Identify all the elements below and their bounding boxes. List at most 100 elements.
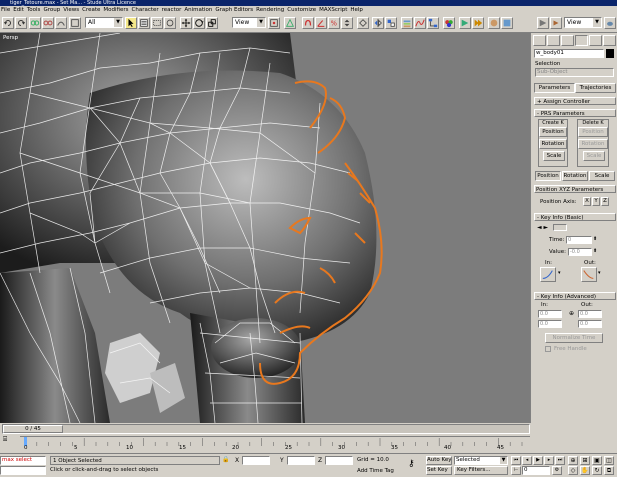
pan-icon[interactable]: ✋ <box>580 466 590 475</box>
create-rotation-button[interactable]: Rotation <box>539 139 567 149</box>
time-config-icon[interactable]: ⚙ <box>552 466 562 475</box>
menu-graph-editors[interactable]: Graph Editors <box>215 6 253 15</box>
align-icon[interactable] <box>385 17 397 29</box>
curve-editor-icon[interactable] <box>414 17 426 29</box>
spinner-snap-icon[interactable] <box>341 17 353 29</box>
maximize-viewport-icon[interactable]: ⧉ <box>604 466 614 475</box>
adv-out-field-2[interactable]: 0.0 <box>578 320 602 328</box>
zoom-extents-all-icon[interactable]: ◫ <box>604 456 614 465</box>
track-bar-icon[interactable]: ⌸ <box>3 435 13 445</box>
y-coordinate-field[interactable] <box>287 456 315 465</box>
create-tab-icon[interactable] <box>533 35 546 46</box>
key-mode-icon[interactable]: ⚷ <box>408 459 415 469</box>
zoom-all-icon[interactable]: ⊞ <box>580 456 590 465</box>
in-tangent-curve-icon[interactable] <box>540 267 556 282</box>
out-tangent-curve-icon[interactable] <box>581 267 597 282</box>
selection-filter-dropdown[interactable]: All ▼ <box>85 17 123 28</box>
free-handle-checkbox[interactable] <box>545 346 551 352</box>
menu-character[interactable]: Character <box>132 6 159 15</box>
assign-controller-rollout[interactable]: + Assign Controller <box>534 97 616 105</box>
time-slider-thumb[interactable]: 0 / 45 <box>3 425 63 433</box>
x-coordinate-field[interactable] <box>242 456 270 465</box>
menu-modifiers[interactable]: Modifiers <box>103 6 128 15</box>
angle-snap-icon[interactable] <box>315 17 327 29</box>
utilities-tab-icon[interactable] <box>603 35 616 46</box>
axis-x-button[interactable]: X <box>583 197 591 206</box>
zoom-extents-icon[interactable]: ▣ <box>592 456 602 465</box>
render-type-icon[interactable] <box>537 17 549 29</box>
mirror-icon[interactable] <box>372 17 384 29</box>
percent-snap-icon[interactable]: % <box>328 17 340 29</box>
menu-customize[interactable]: Customize <box>287 6 316 15</box>
arc-rotate-icon[interactable]: ↻ <box>592 466 602 475</box>
menu-reactor[interactable]: reactor <box>162 6 182 15</box>
rotate-icon[interactable] <box>193 17 205 29</box>
menu-rendering[interactable]: Rendering <box>256 6 284 15</box>
sub-object-dropdown[interactable]: Sub-Object <box>535 68 614 77</box>
lock-selection-icon[interactable]: 🔒 <box>222 456 231 465</box>
hierarchy-tab-icon[interactable] <box>561 35 574 46</box>
field-of-view-icon[interactable]: ◇ <box>568 466 578 475</box>
window-crossing-icon[interactable] <box>164 17 176 29</box>
parameters-tab[interactable]: Parameters <box>534 83 575 93</box>
viewport-label[interactable]: Persp <box>3 35 18 41</box>
zoom-icon[interactable]: ⊕ <box>568 456 578 465</box>
pivot-center-icon[interactable] <box>268 17 280 29</box>
menu-edit[interactable]: Edit <box>13 6 24 15</box>
go-to-end-icon[interactable]: ⏭ <box>555 456 565 465</box>
create-scale-button[interactable]: Scale <box>543 151 565 161</box>
out-tangent-arrow-icon[interactable]: ▾ <box>598 270 601 276</box>
menu-maxscript[interactable]: MAXScript <box>319 6 347 15</box>
quick-render-icon[interactable] <box>472 17 484 29</box>
time-field[interactable]: 0 <box>566 236 592 244</box>
auto-key-button[interactable]: Auto Key <box>426 456 452 465</box>
rect-selection-icon[interactable] <box>151 17 163 29</box>
menu-group[interactable]: Group <box>43 6 60 15</box>
menu-create[interactable]: Create <box>82 6 100 15</box>
scale-tab[interactable]: Scale <box>589 171 615 181</box>
axis-y-button[interactable]: Y <box>592 197 600 206</box>
schematic-view-icon[interactable] <box>427 17 439 29</box>
axis-z-button[interactable]: Z <box>601 197 609 206</box>
motion-tab-icon[interactable] <box>575 35 588 46</box>
select-link-icon[interactable] <box>29 17 41 29</box>
key-info-advanced-rollout[interactable]: - Key Info (Advanced) <box>534 292 616 300</box>
adv-in-field-2[interactable]: 0.0 <box>538 320 562 328</box>
maxscript-listener[interactable]: max select <box>0 456 46 465</box>
object-name-field[interactable]: w_body01 <box>534 49 604 58</box>
bind-space-warp-icon[interactable] <box>55 17 67 29</box>
key-filters-button[interactable]: Key Filters... <box>454 466 508 475</box>
position-xyz-rollout[interactable]: Position XYZ Parameters <box>534 185 616 193</box>
delete-rotation-button[interactable]: Rotation <box>578 139 608 149</box>
modify-tab-icon[interactable] <box>547 35 560 46</box>
selected-set-dropdown[interactable]: Selected ▼ <box>454 456 508 465</box>
time-spinner-icon[interactable]: ⬍ <box>593 236 597 242</box>
current-frame-field[interactable]: 0 <box>522 466 550 475</box>
render-view-dropdown[interactable]: View ▼ <box>564 17 602 28</box>
add-time-tag[interactable]: Add Time Tag <box>357 468 394 474</box>
key-mode-toggle-icon[interactable]: ⊢ <box>511 466 521 475</box>
set-key-button[interactable]: Set Key <box>426 466 452 475</box>
render-scene-icon[interactable] <box>459 17 471 29</box>
layer-manager-icon[interactable] <box>401 17 413 29</box>
value-spinner-icon[interactable]: ⬍ <box>593 248 597 254</box>
unlink-icon[interactable] <box>42 17 54 29</box>
material-editor-icon[interactable] <box>443 17 455 29</box>
named-selection-icon[interactable] <box>357 17 369 29</box>
value-field[interactable]: -0.0 <box>568 248 592 256</box>
play-icon[interactable]: ▶ <box>533 456 543 465</box>
menu-file[interactable]: File <box>1 6 10 15</box>
delete-position-button[interactable]: Position <box>578 127 608 137</box>
rotation-tab[interactable]: Rotation <box>562 171 588 181</box>
select-by-name-icon[interactable] <box>138 17 150 29</box>
menu-tools[interactable]: Tools <box>27 6 41 15</box>
move-icon[interactable] <box>180 17 192 29</box>
menu-animation[interactable]: Animation <box>184 6 212 15</box>
time-slider[interactable]: 0 / 45 <box>2 424 530 434</box>
previous-frame-icon[interactable]: ◂ <box>522 456 532 465</box>
adv-out-field-1[interactable]: 0.0 <box>578 310 602 318</box>
delete-scale-button[interactable]: Scale <box>583 151 605 161</box>
object-color-swatch[interactable] <box>606 49 614 58</box>
render-last-icon[interactable] <box>550 17 562 29</box>
select-object-icon[interactable] <box>125 17 137 29</box>
